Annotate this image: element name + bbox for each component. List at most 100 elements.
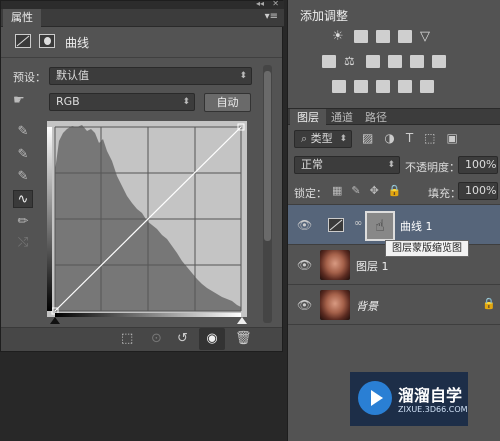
lock-icons: ▦ ✎ ✥ 🔒 xyxy=(332,184,402,197)
hand-cursor-icon: ☝ xyxy=(375,216,385,235)
invert-icon[interactable] xyxy=(332,80,346,93)
curve-graph[interactable] xyxy=(47,121,247,317)
lock-label: 锁定： xyxy=(294,187,327,200)
watermark: 溜溜自学 ZIXUE.3D66.COM xyxy=(350,372,468,426)
pixel-filter-icon[interactable]: ▨ xyxy=(362,131,373,145)
tab-paths[interactable]: 路径 xyxy=(358,109,394,127)
blend-mode-select[interactable]: 正常 ⬍ xyxy=(294,156,400,174)
watermark-url: ZIXUE.3D66.COM xyxy=(398,405,468,414)
select-arrow-icon: ⬍ xyxy=(339,134,347,144)
lock-all-icon[interactable]: 🔒 xyxy=(388,184,402,197)
layer-mask-icon[interactable] xyxy=(39,34,55,48)
smart-object-filter-icon[interactable]: ▣ xyxy=(447,131,458,145)
panel-top-bar: ◂◂ ✕ xyxy=(1,0,284,9)
eyedropper-gray-icon[interactable]: ✎ xyxy=(13,146,33,164)
eyedropper-black-icon[interactable]: ✎ xyxy=(13,123,33,141)
lock-pixels-icon[interactable]: ✎ xyxy=(351,184,360,197)
divider xyxy=(1,57,282,58)
white-point-slider[interactable] xyxy=(237,317,247,324)
layer-filter-value: 类型 xyxy=(310,132,333,145)
shape-filter-icon[interactable]: ⬚ xyxy=(424,131,435,145)
visibility-eye-icon[interactable]: 👁 xyxy=(297,218,312,232)
collapse-icon[interactable]: ◂◂ xyxy=(256,0,264,8)
visibility-eye-icon[interactable]: 👁 xyxy=(297,298,312,312)
selective-color-icon[interactable] xyxy=(398,80,412,93)
adjustments-title: 添加调整 xyxy=(300,9,349,23)
fill-input[interactable]: 100% xyxy=(458,182,498,200)
auto-button[interactable]: 自动 xyxy=(204,93,251,112)
adjustments-row-3 xyxy=(332,80,434,93)
properties-title: 曲线 xyxy=(65,36,90,50)
reset-icon[interactable]: ↺ xyxy=(177,331,188,346)
clip-to-layer-icon[interactable]: ⬚ xyxy=(121,331,133,346)
layer-filter-icons: ▨ ◑ T ⬚ ▣ xyxy=(362,131,458,145)
eyedropper-white-icon[interactable]: ✎ xyxy=(13,168,33,186)
preset-select[interactable]: 默认值 ⬍ xyxy=(49,67,252,85)
select-arrow-icon: ⬍ xyxy=(387,160,395,170)
smooth-icon[interactable]: ⤭ xyxy=(13,234,33,252)
layer-filter-select[interactable]: ⌕ 类型 ⬍ xyxy=(294,130,352,148)
adjustments-row-1: ☀ ▽ xyxy=(332,30,434,43)
layer-name[interactable]: 图层 1 xyxy=(356,258,389,274)
curves-adjustment-icon[interactable] xyxy=(15,34,31,48)
properties-tabbar: 属性 ▾≡ xyxy=(1,9,284,27)
scrollbar-thumb[interactable] xyxy=(264,71,271,241)
opacity-input[interactable]: 100% xyxy=(458,156,498,174)
gradient-map-icon[interactable] xyxy=(420,80,434,93)
type-filter-icon[interactable]: T xyxy=(406,131,413,145)
curve-edit-icon[interactable]: ∿ xyxy=(13,190,33,208)
select-arrow-icon: ⬍ xyxy=(239,71,247,81)
select-arrow-icon: ⬍ xyxy=(182,97,190,107)
close-icon[interactable]: ✕ xyxy=(272,0,279,8)
photo-filter-icon[interactable] xyxy=(388,55,402,68)
properties-footer: ⬚ ⊙ ↺ ◉ 🗑 xyxy=(1,327,282,351)
layer-mask-thumbnail[interactable]: ☝ xyxy=(365,211,395,241)
fill-label: 填充： xyxy=(428,187,461,200)
visibility-eye-icon[interactable]: 👁 xyxy=(297,258,312,272)
tab-properties[interactable]: 属性 xyxy=(3,9,41,27)
layer-row-curves[interactable]: 👁 ∞ ☝ 曲线 1 xyxy=(288,205,500,245)
tab-layers[interactable]: 图层 xyxy=(290,109,326,127)
channel-mixer-icon[interactable] xyxy=(410,55,424,68)
color-lookup-icon[interactable] xyxy=(432,55,446,68)
lock-icon: 🔒 xyxy=(482,297,496,310)
delete-icon[interactable]: 🗑 xyxy=(235,331,252,346)
color-balance-icon[interactable]: ⚖ xyxy=(344,55,358,68)
threshold-icon[interactable] xyxy=(376,80,390,93)
watermark-logo-icon xyxy=(358,381,392,415)
watermark-title: 溜溜自学 xyxy=(398,386,463,405)
opacity-label: 不透明度： xyxy=(405,161,460,174)
layer-thumbnail xyxy=(320,250,350,280)
lock-transparent-icon[interactable]: ▦ xyxy=(332,184,342,197)
preset-value: 默认值 xyxy=(56,69,89,82)
tab-channels[interactable]: 通道 xyxy=(324,109,360,127)
chain-link-icon[interactable]: ∞ xyxy=(354,218,362,229)
posterize-icon[interactable] xyxy=(354,80,368,93)
target-adjust-icon[interactable]: ☛ xyxy=(13,93,25,108)
visibility-icon[interactable]: ◉ xyxy=(199,328,225,350)
brightness-icon[interactable]: ☀ xyxy=(332,30,346,43)
hue-saturation-icon[interactable] xyxy=(322,55,336,68)
search-icon: ⌕ xyxy=(301,132,311,145)
layer-thumbnail xyxy=(320,290,350,320)
channel-select[interactable]: RGB ⬍ xyxy=(49,93,195,111)
layer-name[interactable]: 背景 xyxy=(356,298,378,314)
levels-icon[interactable] xyxy=(354,30,368,43)
layer-name[interactable]: 曲线 1 xyxy=(400,218,433,234)
lock-position-icon[interactable]: ✥ xyxy=(370,184,379,197)
channel-value: RGB xyxy=(56,95,80,108)
exposure-icon[interactable] xyxy=(398,30,412,43)
preset-label: 预设： xyxy=(13,71,46,84)
curves-icon[interactable] xyxy=(376,30,390,43)
black-point-slider[interactable] xyxy=(50,317,60,324)
adjustments-row-2: ⚖ xyxy=(322,55,446,68)
layer-row-background[interactable]: 👁 背景 🔒 xyxy=(288,285,500,325)
view-previous-icon[interactable]: ⊙ xyxy=(151,331,162,346)
properties-scrollbar[interactable] xyxy=(263,65,272,323)
tooltip: 图层蒙版缩览图 xyxy=(385,240,469,257)
adjustment-filter-icon[interactable]: ◑ xyxy=(384,131,394,145)
vibrance-icon[interactable]: ▽ xyxy=(420,30,434,43)
pencil-icon[interactable]: ✏ xyxy=(13,213,33,231)
black-white-icon[interactable] xyxy=(366,55,380,68)
panel-menu-icon[interactable]: ▾≡ xyxy=(265,11,278,22)
